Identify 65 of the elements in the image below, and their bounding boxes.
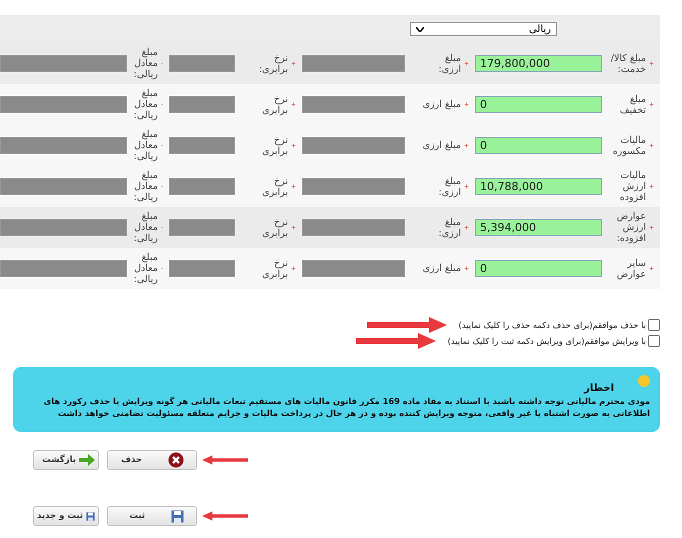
required-icon bbox=[649, 184, 654, 189]
field-label: سایر عوارض bbox=[616, 258, 646, 280]
required-icon bbox=[291, 266, 296, 271]
required-icon bbox=[649, 143, 654, 148]
field-label: مالیات مکسوره bbox=[612, 134, 646, 156]
field-label: مبلغ معادل ریالی: bbox=[132, 129, 158, 162]
field-label: نرخ برابری bbox=[261, 216, 288, 238]
save-icon bbox=[171, 510, 184, 522]
required-icon bbox=[464, 184, 469, 189]
amount-field[interactable]: 179,800,000 bbox=[475, 55, 602, 72]
required-icon bbox=[291, 225, 296, 230]
field-label: مبلغ ارزی: bbox=[438, 52, 461, 74]
close-icon bbox=[168, 452, 184, 468]
field-label: مبلغ ارزی: bbox=[438, 176, 461, 198]
field-label: مبلغ معادل ریالی: bbox=[132, 47, 158, 80]
field-label: مبلغ ارزی bbox=[422, 263, 461, 274]
field-label: نرخ برابری bbox=[261, 176, 288, 198]
field-label: عوارض ارزش افزوده: bbox=[616, 211, 646, 244]
alert-title: اخطار bbox=[584, 382, 614, 395]
field-label: مبلغ کالا/ خدمت: bbox=[610, 52, 646, 74]
required-icon bbox=[649, 61, 654, 66]
field-label: نرخ برابری: bbox=[258, 52, 288, 74]
amount-field[interactable]: 5,394,000 bbox=[475, 219, 602, 236]
required-icon bbox=[291, 102, 296, 107]
amount-field[interactable]: 0 bbox=[475, 96, 602, 113]
field-label: مبلغ معادل ریالی: bbox=[132, 170, 158, 203]
alert-message: مودی محترم مالیاتی توجه داشته باشید با استناد به مفاد ماده 169 مکرر قانون مالیات های مستقیم تبعات مالیاتی هر گونه ویرایش یا حذف رکورد های اطلاعاتی به صورت اشتباه یا غیر واقعی، متوجه ویرایش کننده بوده و در هر حال در پرداخت مالیات و جرایم متعلقه مسئولیت تضامنی خواهد داشت bbox=[42, 395, 650, 419]
field-label: مبلغ ارزی bbox=[422, 140, 461, 151]
save-icon bbox=[86, 510, 95, 522]
field-label: مبلغ تخفیف bbox=[618, 94, 646, 116]
save-button[interactable]: ثبت و جدید bbox=[33, 506, 99, 526]
checkbox[interactable] bbox=[648, 319, 660, 331]
required-icon bbox=[464, 266, 469, 271]
field-label: مبلغ ارزی: bbox=[438, 216, 461, 238]
field-label: مبلغ ارزی bbox=[422, 99, 461, 110]
caret-icon bbox=[416, 26, 424, 32]
required-icon bbox=[464, 225, 469, 230]
currency-select[interactable]: ریالی bbox=[410, 22, 557, 36]
required-icon bbox=[464, 102, 469, 107]
checkbox-label: با حذف موافقم(برای حذف دکمه حذف را کلیک نمایید) bbox=[458, 320, 646, 330]
field-label: مبلغ معادل ریالی: bbox=[132, 252, 158, 285]
checkbox-label: با ویرایش موافقم(برای ویرایش دکمه ثبت را کلیک نمایید) bbox=[448, 336, 646, 346]
save-button[interactable]: ثبت bbox=[107, 506, 197, 526]
required-icon bbox=[464, 61, 469, 66]
field-label: نرخ برابری bbox=[261, 94, 288, 116]
warning-icon bbox=[638, 375, 650, 387]
required-icon bbox=[291, 143, 296, 148]
required-icon bbox=[649, 225, 654, 230]
field-label: مبلغ معادل ریالی: bbox=[132, 88, 158, 121]
checkbox[interactable] bbox=[648, 335, 660, 347]
field-label: مبلغ معادل ریالی: bbox=[132, 211, 158, 244]
back-button[interactable]: بازگشت bbox=[33, 450, 99, 470]
field-label: نرخ برابری bbox=[261, 258, 288, 280]
field-label: مالیات ارزش افزوده bbox=[618, 170, 646, 203]
required-icon bbox=[649, 266, 654, 271]
required-icon bbox=[464, 143, 469, 148]
field-label: نرخ برابری bbox=[261, 134, 288, 156]
amount-field[interactable]: 10,788,000 bbox=[475, 178, 602, 195]
required-icon bbox=[291, 61, 296, 66]
arrow-icon bbox=[79, 454, 95, 466]
amount-field[interactable]: 0 bbox=[475, 260, 602, 277]
required-icon bbox=[649, 102, 654, 107]
delete-button[interactable]: حذف bbox=[107, 450, 197, 470]
amount-field[interactable]: 0 bbox=[475, 137, 602, 154]
required-icon bbox=[291, 184, 296, 189]
